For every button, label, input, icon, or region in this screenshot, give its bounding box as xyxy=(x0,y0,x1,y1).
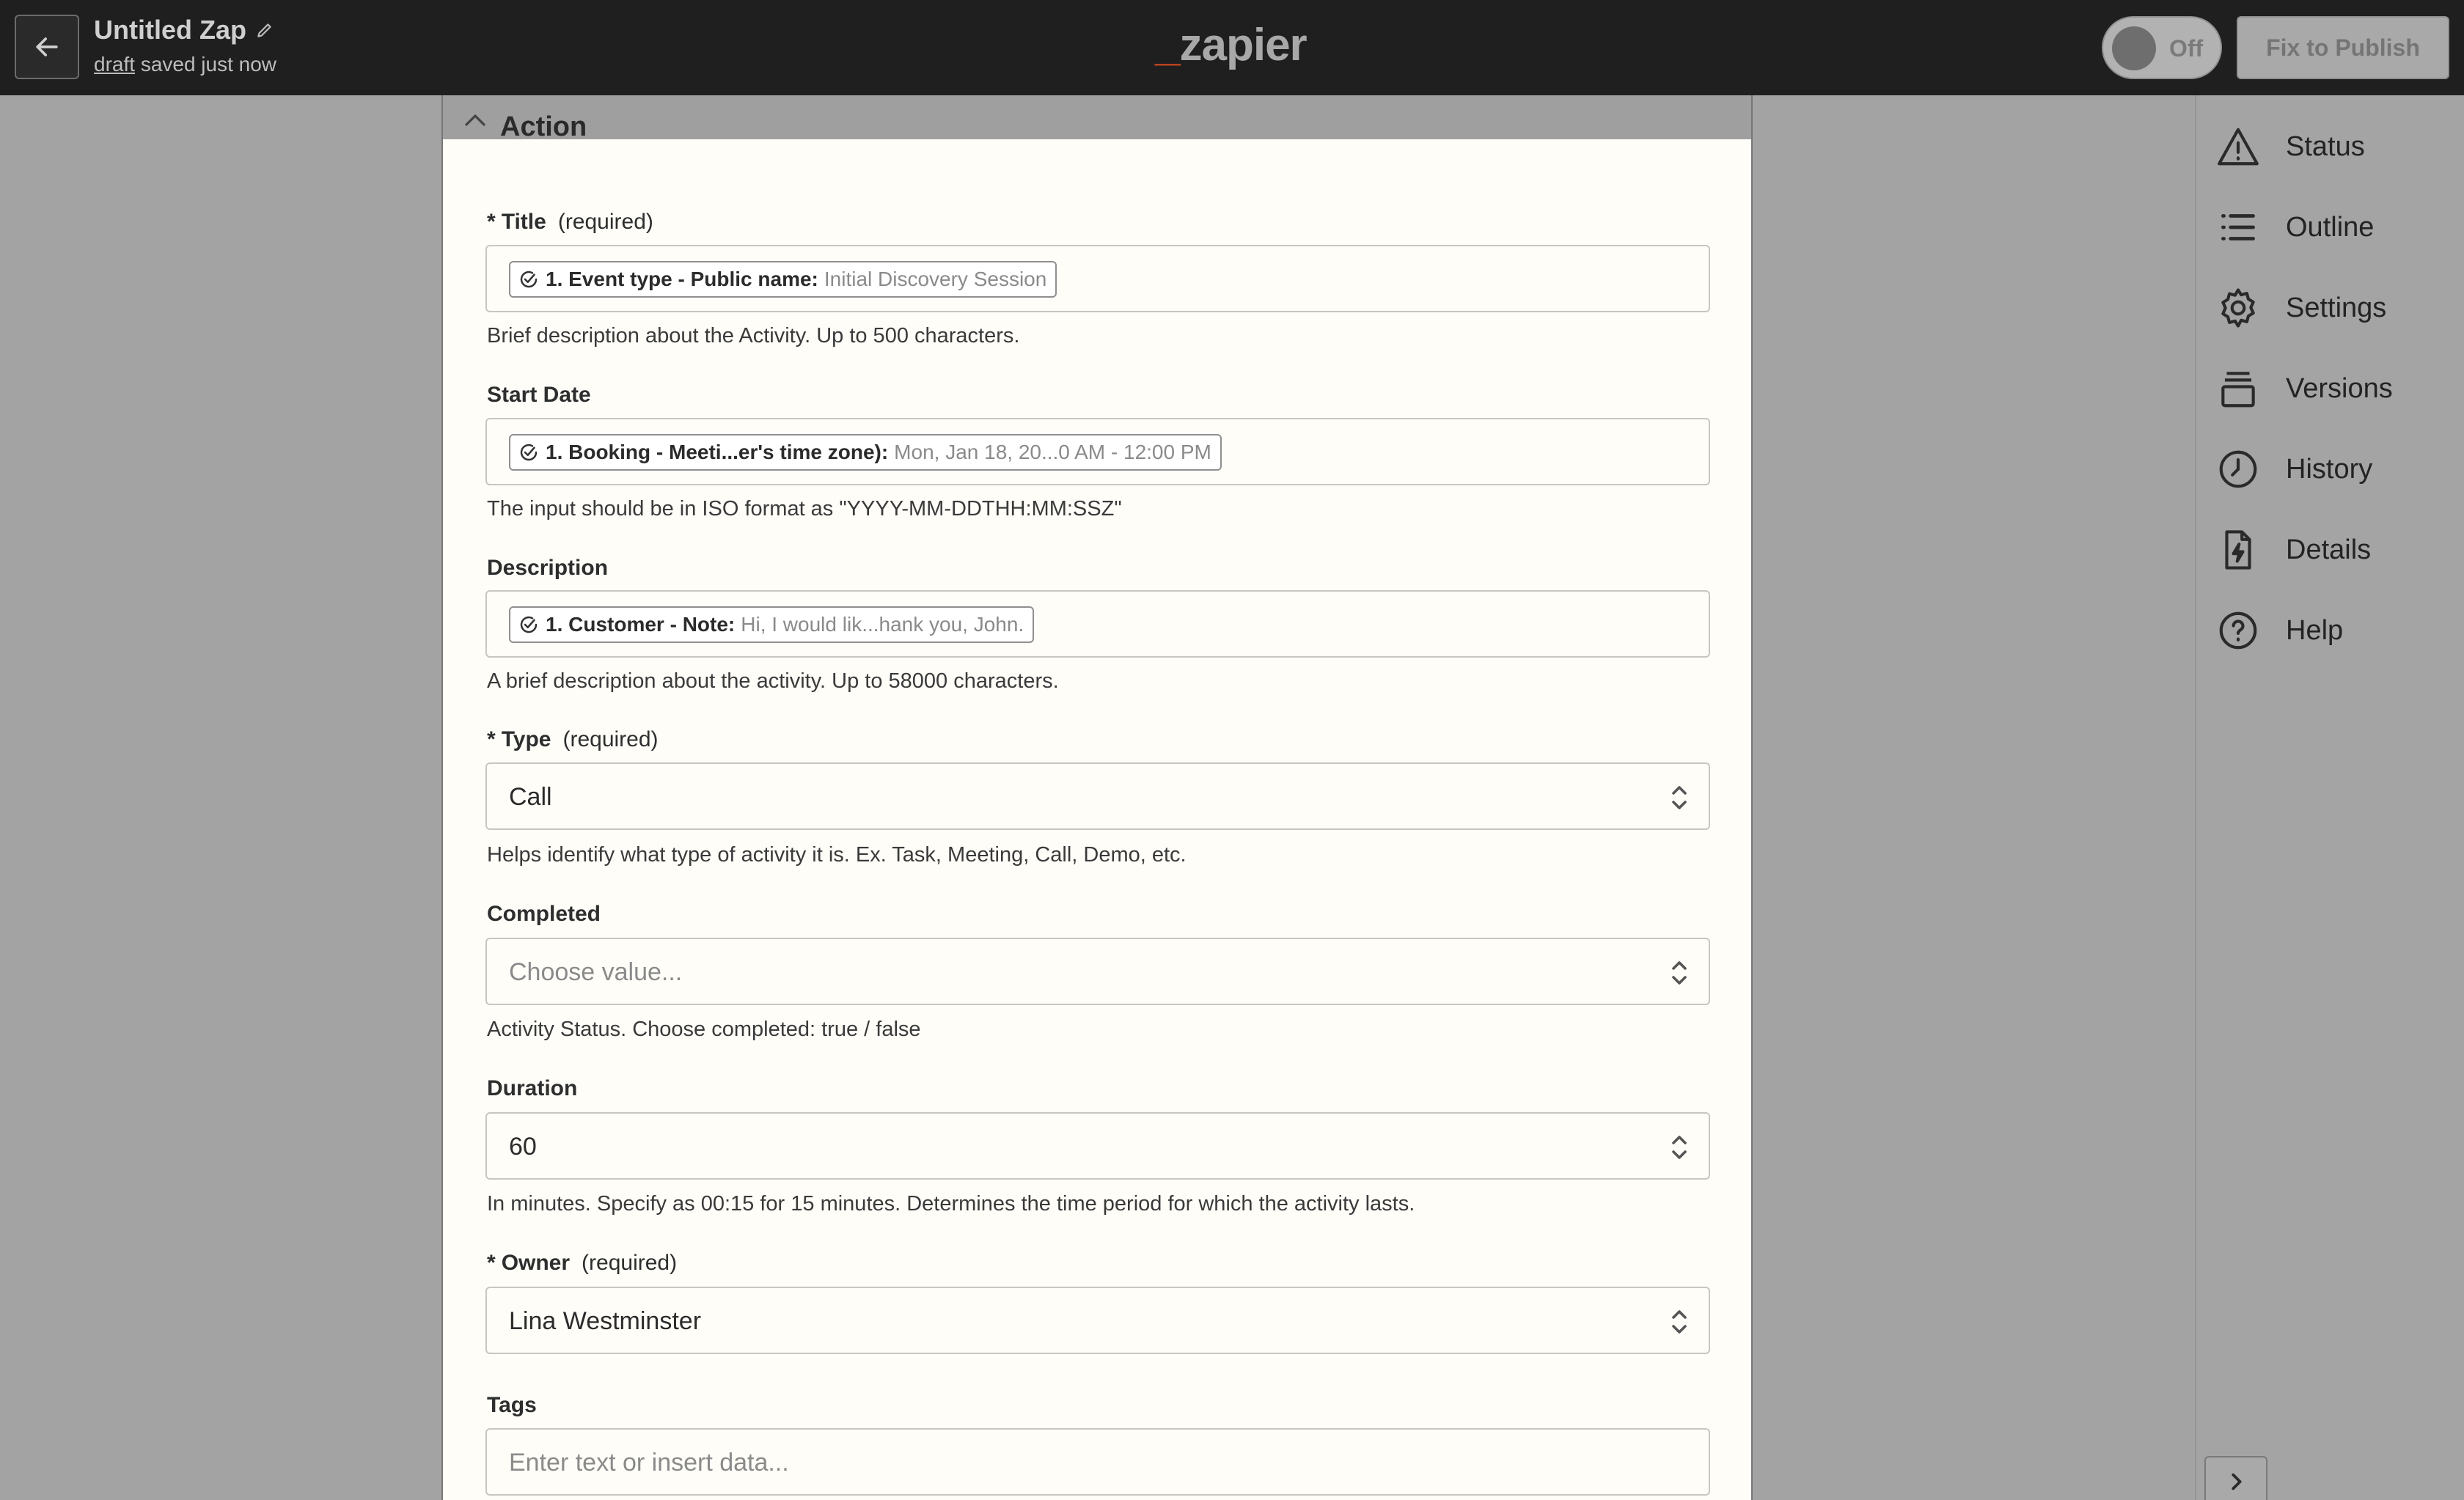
top-bar: Untitled Zap draft saved just now _zapie… xyxy=(0,0,2464,95)
save-status-text: saved just now xyxy=(140,53,277,76)
duration-label: Duration xyxy=(487,1076,578,1100)
chevron-up-icon[interactable] xyxy=(462,111,488,129)
title-mapped-pill[interactable]: 1. Event type - Public name: Initial Dis… xyxy=(509,261,1057,298)
completed-select[interactable]: Choose value... xyxy=(485,938,1710,1005)
type-label: * Type (required) xyxy=(487,727,659,751)
calendly-check-icon xyxy=(520,444,538,461)
chevron-up-down-icon xyxy=(1672,786,1687,809)
chevron-up-down-icon xyxy=(1672,961,1687,985)
action-form-panel: * Title (required) 1. Event type - Public … xyxy=(441,139,1753,1500)
list-icon xyxy=(2221,214,2255,240)
sidebar-expand-button[interactable] xyxy=(2204,1456,2267,1500)
sidebar-item-settings[interactable]: Settings xyxy=(2215,282,2457,334)
sidebar-item-versions[interactable]: Versions xyxy=(2215,363,2457,414)
start-date-label: Start Date xyxy=(487,383,591,407)
completed-placeholder: Choose value... xyxy=(509,958,683,986)
warning-icon xyxy=(2218,128,2259,166)
toggle-knob xyxy=(2112,26,2156,70)
chevron-up-down-icon xyxy=(1672,1136,1687,1159)
title-label: * Title (required) xyxy=(487,210,653,234)
toggle-label: Off xyxy=(2169,35,2204,62)
sidebar-item-outline[interactable]: Outline xyxy=(2215,202,2457,253)
duration-value: 60 xyxy=(509,1133,537,1161)
owner-label: * Owner (required) xyxy=(487,1251,678,1275)
start-date-mapped-pill[interactable]: 1. Booking - Meeti...er's time zone): Mo… xyxy=(509,434,1222,471)
chevron-up-down-icon xyxy=(1672,1310,1687,1334)
sidebar-item-help[interactable]: Help xyxy=(2215,605,2457,656)
back-button[interactable] xyxy=(15,15,79,79)
calendly-check-icon xyxy=(520,271,538,288)
zap-title[interactable]: Untitled Zap xyxy=(94,15,274,45)
logo-text: zapier xyxy=(1179,20,1307,70)
draft-link[interactable]: draft xyxy=(94,53,135,76)
pencil-icon[interactable] xyxy=(255,21,274,40)
action-section-header[interactable]: Action xyxy=(441,95,1753,142)
tags-label: Tags xyxy=(487,1393,537,1417)
chevron-right-icon xyxy=(2232,1473,2242,1490)
start-date-field[interactable]: 1. Booking - Meeti...er's time zone): Mo… xyxy=(485,418,1710,485)
clock-icon xyxy=(2219,450,2257,488)
right-sidebar: Status Outline Settings Versions History… xyxy=(2195,95,2464,1500)
duration-help: In minutes. Specify as 00:15 for 15 minu… xyxy=(487,1192,1415,1216)
sidebar-item-details[interactable]: Details xyxy=(2215,524,2457,576)
title-help: Brief description about the Activity. Up… xyxy=(487,324,1020,348)
tags-input[interactable]: Enter text or insert data... xyxy=(485,1428,1710,1496)
gear-icon xyxy=(2221,288,2255,328)
description-mapped-pill[interactable]: 1. Customer - Note: Hi, I would lik...ha… xyxy=(509,606,1035,643)
owner-selected-value: Lina Westminster xyxy=(509,1307,702,1335)
start-date-help: The input should be in ISO format as "YY… xyxy=(487,497,1122,521)
description-label: Description xyxy=(487,556,609,580)
completed-help: Activity Status. Choose completed: true … xyxy=(487,1018,921,1041)
fix-to-publish-button[interactable]: Fix to Publish xyxy=(2237,16,2449,79)
owner-select[interactable]: Lina Westminster xyxy=(485,1287,1710,1354)
description-field[interactable]: 1. Customer - Note: Hi, I would lik...ha… xyxy=(485,590,1710,658)
zap-name: Untitled Zap xyxy=(94,15,246,45)
section-title: Action xyxy=(500,111,587,142)
save-status: draft saved just now xyxy=(94,53,276,76)
type-help: Helps identify what type of activity it … xyxy=(487,843,1187,867)
stack-icon xyxy=(2221,372,2255,408)
description-help: A brief description about the activity. … xyxy=(487,669,1059,693)
zapier-logo: _zapier xyxy=(1155,20,1308,70)
calendly-check-icon xyxy=(520,616,538,633)
sidebar-item-status[interactable]: Status xyxy=(2215,121,2457,172)
type-select[interactable]: Call xyxy=(485,762,1710,830)
zap-on-off-toggle[interactable]: Off xyxy=(2102,16,2222,79)
tags-placeholder: Enter text or insert data... xyxy=(509,1449,789,1477)
duration-select[interactable]: 60 xyxy=(485,1112,1710,1180)
help-icon xyxy=(2219,611,2257,650)
completed-label: Completed xyxy=(487,902,601,926)
sidebar-item-history[interactable]: History xyxy=(2215,444,2457,495)
file-bolt-icon xyxy=(2225,530,2251,570)
title-field[interactable]: 1. Event type - Public name: Initial Dis… xyxy=(485,245,1710,312)
type-selected-value: Call xyxy=(509,783,552,811)
arrow-left-icon xyxy=(36,37,58,56)
